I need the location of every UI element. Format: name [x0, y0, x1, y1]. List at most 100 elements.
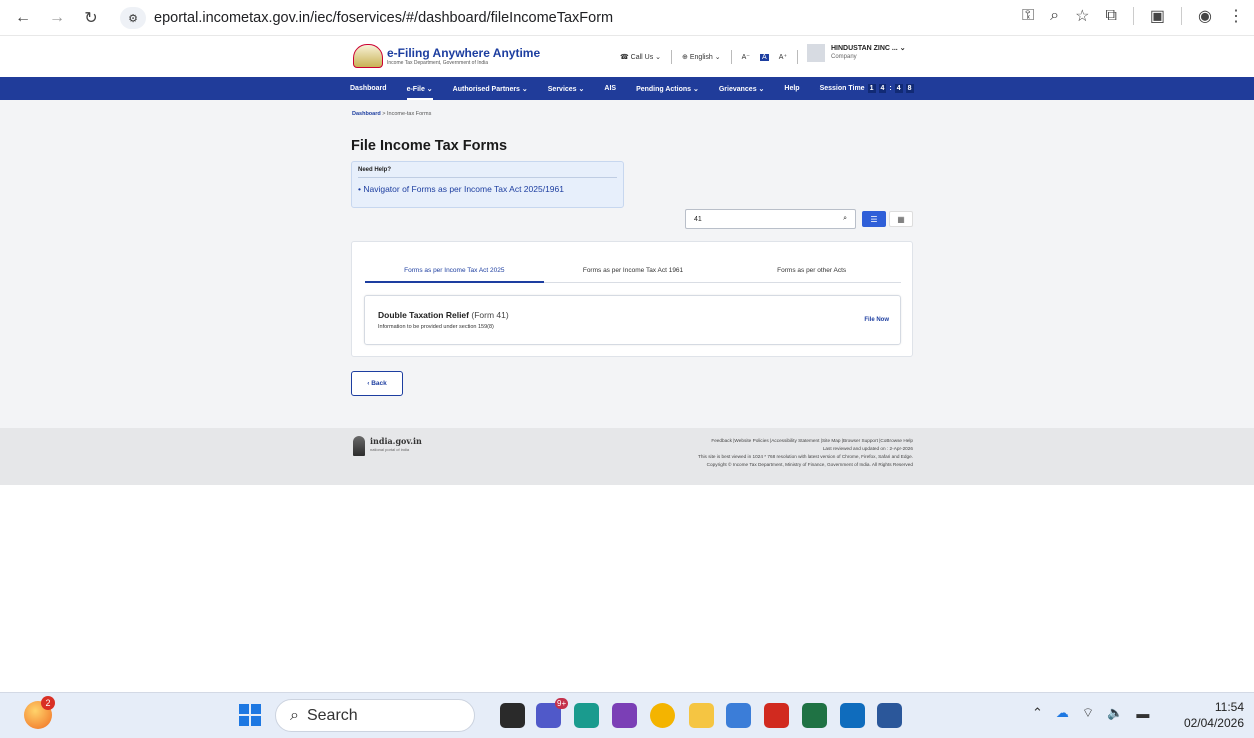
header-tools: ☎ Call Us ⌄ ⊕ English ⌄ A⁻ A A⁺ ◑ [620, 50, 812, 64]
acrobat-icon[interactable] [764, 703, 789, 728]
nav-ais[interactable]: AIS [604, 85, 616, 92]
call-us-button[interactable]: ☎ Call Us ⌄ [620, 53, 661, 61]
zoom-icon[interactable]: ⌕ [1050, 7, 1059, 25]
system-tray: ⌃ ☁ ⌔ 🔈 ▬ [1032, 705, 1149, 721]
word-icon[interactable] [877, 703, 902, 728]
logo-title: e-Filing Anywhere Anytime [387, 46, 541, 60]
session-digit: 4 [878, 84, 887, 93]
footer-links[interactable]: Feedback |Website Policies |Accessibilit… [553, 437, 913, 445]
user-name: HINDUSTAN ZINC ... ⌄ [831, 45, 906, 52]
reading-list-icon[interactable]: ▣ [1150, 6, 1165, 26]
footer-reviewed: Last reviewed and updated on : 2-Apr-202… [822, 446, 913, 451]
session-timer: Session Time 1 4 : 4 8 [820, 84, 914, 93]
nav-dashboard[interactable]: Dashboard [350, 85, 387, 92]
main-navigation: Dashboard e-File ⌄ Authorised Partners ⌄… [0, 77, 1254, 100]
form-search-input[interactable]: 41 ⌕ [685, 209, 856, 229]
nav-authorised-partners[interactable]: Authorised Partners ⌄ [453, 85, 528, 93]
nav-grievances[interactable]: Grievances ⌄ [719, 85, 765, 93]
nav-pending-actions[interactable]: Pending Actions ⌄ [636, 85, 699, 93]
volume-icon[interactable]: 🔈 [1107, 705, 1123, 721]
breadcrumb: Dashboard > Income-tax Forms [352, 111, 431, 117]
language-selector[interactable]: ⊕ English ⌄ [682, 53, 721, 61]
clock-time: 11:54 [1214, 700, 1244, 714]
font-normal-button[interactable]: A [760, 53, 769, 61]
footer-resolution: This site is best viewed in 1024 * 768 r… [698, 454, 913, 459]
breadcrumb-separator: > [382, 111, 386, 117]
tools-divider [730, 50, 732, 64]
search-icon[interactable]: ⌕ [843, 215, 847, 223]
site-settings-icon[interactable]: ⚙ [120, 7, 146, 29]
search-icon: ⌕ [290, 706, 299, 724]
battery-icon[interactable]: ▬ [1136, 706, 1149, 721]
efiling-logo[interactable]: e-Filing Anywhere Anytime Income Tax Dep… [353, 44, 540, 68]
browser-actions: ⚿ ⌕ ☆ ⧉ ▣ ◉ ⋮ [1022, 6, 1244, 26]
form-list-item: Double Taxation Relief (Form 41) Informa… [364, 295, 901, 345]
tab-act-2025[interactable]: Forms as per Income Tax Act 2025 [365, 258, 544, 283]
session-digit: 1 [867, 84, 876, 93]
india-gov-logo[interactable]: india.gov.in national portal of india [353, 436, 422, 456]
onedrive-icon[interactable]: ☁ [1056, 705, 1069, 721]
forward-arrow-icon[interactable]: → [44, 5, 70, 31]
excel-icon[interactable] [802, 703, 827, 728]
file-now-link[interactable]: File Now [864, 317, 889, 323]
notification-badge: 2 [41, 696, 55, 710]
m365-icon[interactable] [612, 703, 637, 728]
national-emblem-icon [353, 436, 365, 456]
windows-start-icon[interactable] [239, 704, 261, 726]
logo-subtitle: Income Tax Department, Government of Ind… [387, 60, 489, 66]
system-clock[interactable]: 11:54 02/04/2026 [1184, 699, 1244, 731]
back-button[interactable]: ‹ Back [351, 371, 403, 396]
form-code: (Form 41) [471, 310, 509, 320]
navigator-link[interactable]: • Navigator of Forms as per Income Tax A… [358, 184, 617, 194]
toolbar-divider [1132, 7, 1134, 25]
font-increase-button[interactable]: A⁺ [779, 53, 787, 61]
browser-toolbar: ← → ↻ ⚙ eportal.incometax.gov.in/iec/fos… [0, 0, 1254, 36]
avatar [807, 44, 825, 62]
emblem-icon [353, 44, 383, 68]
grid-view-icon[interactable]: ▦ [889, 211, 913, 227]
wifi-icon[interactable]: ⌔ [1082, 705, 1094, 721]
tools-divider [797, 50, 799, 64]
tab-act-1961[interactable]: Forms as per Income Tax Act 1961 [544, 258, 723, 282]
form-name: Double Taxation Relief (Form 41) [378, 310, 509, 320]
main-content: Dashboard > Income-tax Forms File Income… [0, 100, 1254, 428]
url-text[interactable]: eportal.incometax.gov.in/iec/foservices/… [154, 10, 613, 26]
taskbar-search[interactable]: ⌕ Search [275, 699, 475, 732]
profile-icon[interactable]: ◉ [1198, 6, 1212, 26]
footer-info: Feedback |Website Policies |Accessibilit… [553, 437, 913, 469]
edge-icon[interactable] [574, 703, 599, 728]
user-profile-menu[interactable]: HINDUSTAN ZINC ... ⌄ Company [807, 44, 906, 62]
tab-other-acts[interactable]: Forms as per other Acts [722, 258, 901, 282]
nav-services[interactable]: Services ⌄ [548, 85, 585, 93]
nav-help[interactable]: Help [784, 85, 799, 92]
task-view-icon[interactable] [500, 703, 525, 728]
india-gov-subtitle: national portal of india [370, 447, 410, 452]
extensions-icon[interactable]: ⧉ [1105, 7, 1116, 25]
search-value[interactable]: 41 [694, 216, 702, 223]
back-arrow-icon[interactable]: ← [10, 5, 36, 31]
widgets-icon[interactable]: 2 [24, 696, 55, 729]
forms-card: Forms as per Income Tax Act 2025 Forms a… [351, 241, 913, 357]
menu-dots-icon[interactable]: ⋮ [1228, 6, 1244, 26]
nav-efile[interactable]: e-File ⌄ [406, 85, 433, 100]
chevron-up-icon[interactable]: ⌃ [1032, 705, 1043, 721]
breadcrumb-dashboard-link[interactable]: Dashboard [352, 111, 381, 117]
file-explorer-icon[interactable] [689, 703, 714, 728]
bookmark-star-icon[interactable]: ☆ [1075, 6, 1089, 26]
session-digit: 8 [905, 84, 914, 93]
list-view-icon[interactable]: ☰ [862, 211, 886, 227]
help-box: Need Help? • Navigator of Forms as per I… [351, 161, 624, 208]
windows-taskbar: 2 ⌕ Search 9+ ⌃ ☁ ⌔ 🔈 ▬ 11:54 02/04/2026 [0, 692, 1254, 738]
reload-icon[interactable]: ↻ [78, 5, 104, 31]
chrome-icon[interactable] [650, 703, 675, 728]
mail-icon[interactable] [726, 703, 751, 728]
outlook-icon[interactable] [840, 703, 865, 728]
address-bar[interactable]: ⚙ eportal.incometax.gov.in/iec/foservice… [120, 4, 960, 32]
toolbar-divider [1181, 7, 1183, 25]
breadcrumb-current: Income-tax Forms [387, 111, 432, 117]
session-label: Session Time [819, 85, 865, 92]
session-digit: 4 [894, 84, 903, 93]
password-key-icon[interactable]: ⚿ [1022, 7, 1034, 25]
footer-copyright: Copyright © Income Tax Department, Minis… [706, 462, 913, 467]
font-decrease-button[interactable]: A⁻ [742, 53, 750, 61]
